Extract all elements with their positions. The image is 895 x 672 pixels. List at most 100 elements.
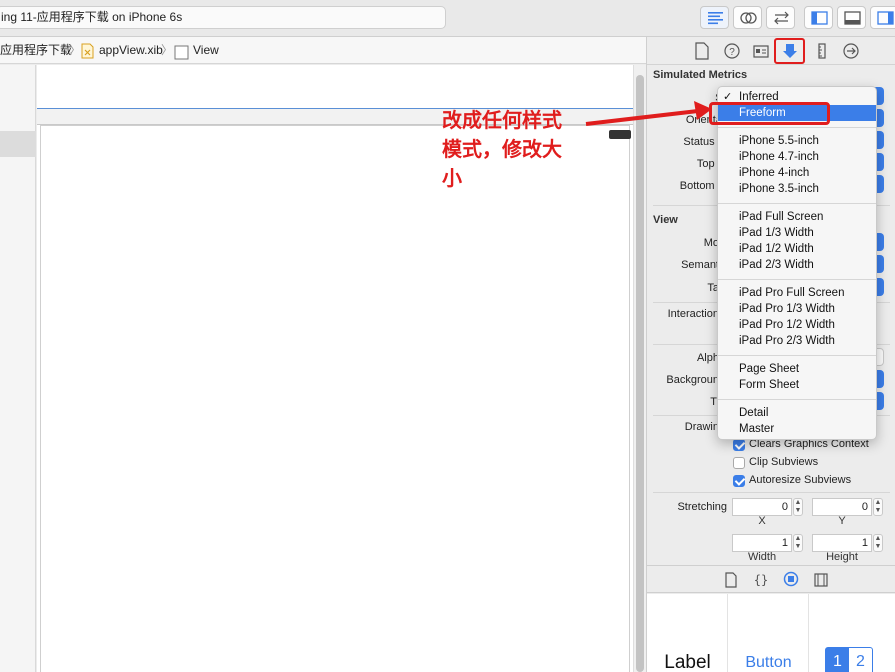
menu-item-iphone-3-5[interactable]: iPhone 3.5-inch: [718, 181, 876, 197]
size-popup-menu: ✓ Inferred Freeform iPhone 5.5-inch iPhon…: [717, 86, 877, 440]
library-item-button[interactable]: Button: [728, 594, 809, 672]
stretching-label: Stretching: [677, 501, 727, 513]
clip-subviews-checkbox[interactable]: [733, 457, 745, 469]
stretching-x-stepper[interactable]: ▲ ▼: [793, 498, 803, 516]
stretching-height-field[interactable]: 1: [812, 534, 872, 552]
menu-item-iphone-4-7[interactable]: iPhone 4.7-inch: [718, 149, 876, 165]
activity-status-field: ing 11-应用程序下载 on iPhone 6s: [0, 6, 446, 29]
top-bar-label: Top B: [696, 158, 725, 170]
svg-text:?: ?: [729, 47, 735, 58]
annotation-line-3: 小: [442, 166, 462, 190]
autoresize-subviews-label: Autoresize Subviews: [749, 474, 852, 486]
stretching-width-stepper[interactable]: ▲ ▼: [793, 534, 803, 552]
menu-item-ipad-full[interactable]: iPad Full Screen: [718, 209, 876, 225]
navigator-panel-icon: [811, 11, 828, 25]
annotation-line-1: 改成任何样式: [442, 108, 562, 132]
menu-item-master[interactable]: Master: [718, 421, 876, 437]
menu-item-ipad-1-3[interactable]: iPad 1/3 Width: [718, 225, 876, 241]
menu-item-iphone-5-5[interactable]: iPhone 5.5-inch: [718, 133, 876, 149]
stretching-y-caption: Y: [838, 515, 846, 527]
assistant-editor-icon: [740, 12, 757, 24]
assistant-editor-button[interactable]: [733, 6, 762, 29]
file-inspector-icon[interactable]: [693, 42, 711, 60]
menu-item-ipad-pro-1-3[interactable]: iPad Pro 1/3 Width: [718, 301, 876, 317]
alpha-label: Alph: [696, 352, 719, 364]
stretching-y-field[interactable]: 0: [812, 498, 872, 516]
utilities-panel-icon: [877, 11, 894, 25]
breadcrumb-group[interactable]: 应用程序下载: [0, 37, 72, 63]
breadcrumb-separator-icon: 〉: [69, 43, 82, 57]
menu-separator: [718, 127, 876, 128]
menu-item-ipad-2-3[interactable]: iPad 2/3 Width: [718, 257, 876, 273]
annotation-line-2: 模式，修改大: [442, 137, 562, 161]
library-tab-bar: {}: [647, 565, 895, 593]
debug-area-icon: [844, 11, 861, 25]
standard-editor-button[interactable]: [700, 6, 729, 29]
menu-item-page-sheet[interactable]: Page Sheet: [718, 361, 876, 377]
version-editor-icon: [774, 11, 789, 25]
semantic-label: Semant: [681, 259, 719, 271]
clip-subviews-label: Clip Subviews: [749, 456, 819, 468]
menu-item-ipad-1-2[interactable]: iPad 1/2 Width: [718, 241, 876, 257]
code-snippet-library-icon[interactable]: {}: [753, 572, 769, 588]
view-section-title: View: [653, 214, 678, 226]
stretching-x-caption: X: [758, 515, 766, 527]
object-library-grid: Label Button 1 2: [647, 594, 895, 672]
identity-inspector-icon[interactable]: [752, 42, 770, 60]
stretching-width-caption: Width: [747, 551, 777, 563]
menu-item-iphone-4[interactable]: iPhone 4-inch: [718, 165, 876, 181]
version-editor-button[interactable]: [766, 6, 795, 29]
scrollbar-thumb[interactable]: [636, 75, 644, 672]
canvas-scrollbar[interactable]: [633, 65, 646, 672]
label-object-text: Label: [664, 652, 711, 672]
stretching-y-stepper[interactable]: ▲ ▼: [873, 498, 883, 516]
clears-graphics-context-checkbox[interactable]: [733, 439, 745, 451]
library-item-label[interactable]: Label: [647, 594, 728, 672]
stretching-x-field[interactable]: 0: [732, 498, 792, 516]
bottom-bar-label: Bottom B: [679, 180, 725, 192]
menu-separator: [718, 399, 876, 400]
menu-separator: [718, 355, 876, 356]
menu-item-ipad-pro-1-2[interactable]: iPad Pro 1/2 Width: [718, 317, 876, 333]
stretching-width-field[interactable]: 1: [732, 534, 792, 552]
library-item-segmented-control[interactable]: 1 2: [809, 594, 895, 672]
inspector-tab-bar: ?: [647, 37, 895, 65]
menu-item-ipad-pro-full[interactable]: iPad Pro Full Screen: [718, 285, 876, 301]
breadcrumb-file[interactable]: appView.xib: [99, 37, 163, 63]
breadcrumb-view[interactable]: View: [193, 37, 219, 63]
media-library-icon[interactable]: [813, 572, 829, 588]
size-inspector-icon[interactable]: [813, 42, 831, 60]
toolbar: ing 11-应用程序下载 on iPhone 6s: [0, 0, 895, 37]
connections-inspector-icon[interactable]: [842, 42, 860, 60]
standard-editor-icon: [708, 12, 723, 25]
background-label: Backgroun: [666, 374, 719, 386]
object-library-icon[interactable]: [783, 571, 799, 587]
toggle-utilities-button[interactable]: [870, 6, 895, 29]
segment-one: 1: [826, 648, 849, 672]
stretching-height-stepper[interactable]: ▲ ▼: [873, 534, 883, 552]
outline-selected-row[interactable]: [0, 131, 36, 157]
autoresize-subviews-checkbox[interactable]: [733, 475, 745, 487]
toggle-navigator-button[interactable]: [804, 6, 833, 29]
segment-two: 2: [856, 653, 865, 670]
jump-bar: 应用程序下载 〉 appView.xib 〉 View: [0, 37, 646, 64]
menu-item-ipad-pro-2-3[interactable]: iPad Pro 2/3 Width: [718, 333, 876, 349]
button-object-text: Button: [745, 654, 792, 671]
quick-help-icon[interactable]: ?: [723, 42, 741, 60]
tag-label: Ta: [707, 282, 719, 294]
section-divider: [653, 492, 890, 493]
file-template-library-icon[interactable]: [724, 572, 738, 588]
app-view[interactable]: [40, 125, 630, 672]
drawing-label: Drawin: [684, 421, 719, 433]
battery-indicator: [609, 130, 631, 139]
toggle-debug-area-button[interactable]: [837, 6, 866, 29]
freeform-highlight-box: [709, 102, 830, 125]
simulated-metrics-title: Simulated Metrics: [653, 69, 748, 81]
svg-text:{}: {}: [754, 573, 768, 587]
stretching-height-caption: Height: [826, 551, 858, 563]
menu-item-form-sheet[interactable]: Form Sheet: [718, 377, 876, 393]
menu-separator: [718, 279, 876, 280]
menu-item-detail[interactable]: Detail: [718, 405, 876, 421]
status-bar-label: Status B: [683, 136, 725, 148]
annotation-text: 改成任何样式 模式，修改大 小: [442, 106, 602, 193]
